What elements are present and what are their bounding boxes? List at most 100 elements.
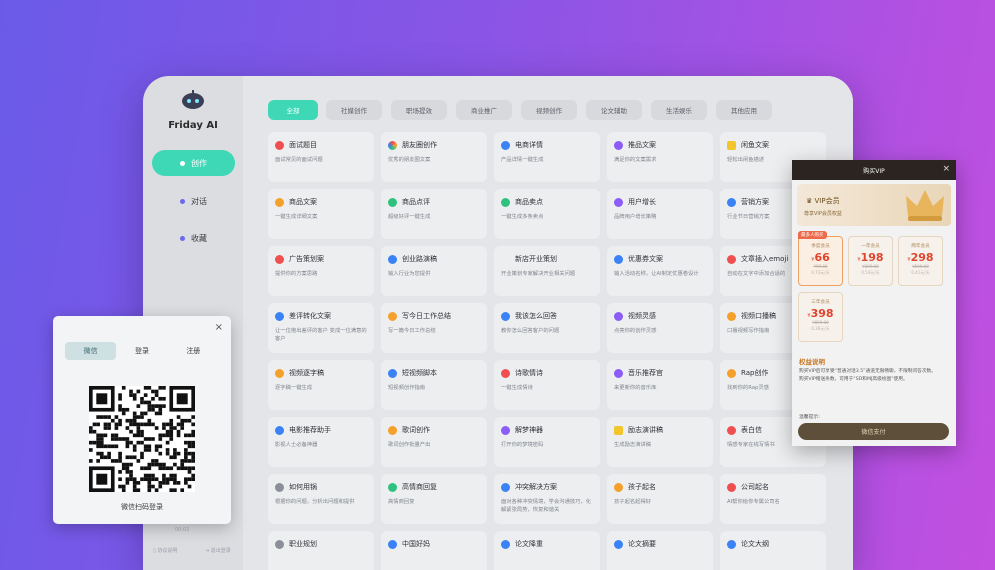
app-card[interactable]: 论文降重 bbox=[494, 531, 600, 570]
card-title: 励志演讲稿 bbox=[628, 426, 663, 434]
app-card[interactable]: 中国好妈 bbox=[381, 531, 487, 570]
app-card[interactable]: 广告策划案提供你的方案思路 bbox=[268, 246, 374, 296]
app-card[interactable]: 创业路演稿 输入行业为您提供 bbox=[381, 246, 487, 296]
card-title: 广告策划案 bbox=[289, 255, 324, 263]
card-title: 中国好妈 bbox=[402, 540, 430, 548]
card-icon bbox=[388, 482, 397, 492]
card-desc: 优秀的朋友圈文案 bbox=[388, 157, 431, 163]
app-card[interactable]: 商品文案 一键生成详细文案 bbox=[268, 189, 374, 239]
plan-quarter[interactable]: 最多人购买 季度会员 ¥66 ¥99.00 0.73元/天 bbox=[798, 231, 843, 286]
card-icon bbox=[501, 368, 510, 378]
card-icon bbox=[727, 140, 736, 150]
card-title: 营销方案 bbox=[741, 198, 769, 206]
card-icon bbox=[388, 254, 397, 264]
card-title: 如何用锅 bbox=[289, 483, 317, 491]
card-title: 解梦神器 bbox=[515, 426, 543, 434]
vip-badge: ♛ VIP会员 bbox=[806, 197, 840, 205]
plan-three-year[interactable]: 三年会员 ¥398 ¥899.00 0.36元/天 bbox=[798, 292, 843, 342]
brand-name: Friday AI bbox=[168, 120, 218, 131]
close-icon[interactable]: × bbox=[215, 322, 223, 333]
card-head: 视频逐字稿 bbox=[275, 367, 367, 379]
app-card[interactable]: 电商详情 产品详情一键生成 bbox=[494, 132, 600, 182]
app-card[interactable]: 冲突解决方案 面对各种冲突情境，学会沟通技巧，化解紧张局势，恢复和谐关 bbox=[494, 474, 600, 524]
app-card[interactable]: 音乐推荐官 来更新你的音乐库 bbox=[607, 360, 713, 410]
agreement-link[interactable]: ▯ 协议说明 bbox=[153, 547, 177, 554]
plan-one-year[interactable]: 一年会员 ¥198 ¥399.00 0.54元/天 bbox=[848, 236, 893, 286]
app-card[interactable]: 用户增长 品牌用户增长策略 bbox=[607, 189, 713, 239]
card-icon bbox=[501, 311, 510, 321]
app-card[interactable]: 短视频脚本 短视频创作指南 bbox=[381, 360, 487, 410]
tab-paper[interactable]: 论文辅助 bbox=[586, 100, 642, 120]
tip-label: 温馨提示: bbox=[799, 415, 820, 420]
card-title: 用户增长 bbox=[628, 198, 656, 206]
create-icon bbox=[180, 160, 185, 166]
card-desc bbox=[614, 555, 706, 570]
card-icon bbox=[501, 140, 510, 150]
app-card[interactable]: 视频灵感 点亮你的创作灵感 bbox=[607, 303, 713, 353]
app-card[interactable]: 如何用锅 根据你的问题，分析出问题和提供 bbox=[268, 474, 374, 524]
card-icon bbox=[388, 311, 397, 321]
card-title: 文章插入emoji bbox=[741, 255, 789, 263]
app-card[interactable]: 朋友圈创作 优秀的朋友圈文案 bbox=[381, 132, 487, 182]
app-card[interactable]: 商品卖点 一键生成多条卖点 bbox=[494, 189, 600, 239]
app-card[interactable]: 差评转化文案 让一位抱出差评的客户 变成一位满意的客户 bbox=[268, 303, 374, 353]
tab-life[interactable]: 生活娱乐 bbox=[651, 100, 707, 120]
card-icon bbox=[501, 425, 510, 435]
app-card[interactable]: 职业规划 bbox=[268, 531, 374, 570]
tab-login[interactable]: 登录 bbox=[116, 342, 167, 360]
app-card[interactable]: 励志演讲稿 生成励志演讲稿 bbox=[607, 417, 713, 467]
wechat-pay-button[interactable]: 微信支付 bbox=[798, 423, 949, 440]
card-head: 视频灵感 bbox=[614, 310, 706, 322]
app-card[interactable]: 优惠券文案 输入活动名称，让AI制定优惠卷设计 bbox=[607, 246, 713, 296]
plan-two-year[interactable]: 两年会员 ¥298 ¥599.00 0.41元/天 bbox=[898, 236, 943, 286]
tab-register[interactable]: 注册 bbox=[168, 342, 219, 360]
app-card[interactable]: 商品点评 超级好评一键生成 bbox=[381, 189, 487, 239]
tab-video[interactable]: 视频创作 bbox=[521, 100, 577, 120]
card-icon bbox=[727, 254, 736, 264]
app-card[interactable]: 论文摘要 bbox=[607, 531, 713, 570]
app-card[interactable]: 新店开业策划 开业策划专家解决开业相关问题 bbox=[494, 246, 600, 296]
nav-label: 创作 bbox=[191, 158, 207, 168]
tab-wechat[interactable]: 微信 bbox=[65, 342, 117, 360]
tab-business[interactable]: 商业推广 bbox=[456, 100, 512, 120]
close-icon[interactable]: × bbox=[942, 164, 950, 174]
card-icon bbox=[727, 539, 736, 549]
app-card[interactable]: 推品文案 满足你的文案需求 bbox=[607, 132, 713, 182]
app-card[interactable]: 公司起名 AI帮你给你专属公司名 bbox=[720, 474, 826, 524]
card-desc: 一键生成情诗 bbox=[501, 385, 533, 391]
qr-caption: 微信扫码登录 bbox=[121, 503, 163, 511]
vip-header: 购买VIP × bbox=[792, 160, 956, 180]
tab-other[interactable]: 其他应用 bbox=[716, 100, 772, 120]
card-title: 短视频脚本 bbox=[402, 369, 437, 377]
nav-create[interactable]: 创作 bbox=[152, 150, 235, 176]
app-card[interactable]: 诗歌情诗 一键生成情诗 bbox=[494, 360, 600, 410]
crown-icon bbox=[906, 190, 944, 221]
logout-link[interactable]: ⇥ 退出登录 bbox=[205, 547, 231, 554]
tab-social[interactable]: 社媒创作 bbox=[326, 100, 382, 120]
nav-favorites[interactable]: 收藏 bbox=[152, 225, 235, 251]
app-card[interactable]: 面试题目 面试常见的面试问题 bbox=[268, 132, 374, 182]
card-title: 面试题目 bbox=[289, 141, 317, 149]
card-desc: 输入活动名称，让AI制定优惠卷设计 bbox=[614, 271, 699, 277]
tab-work[interactable]: 职场提效 bbox=[391, 100, 447, 120]
app-card[interactable]: 论文大纲 bbox=[720, 531, 826, 570]
card-icon bbox=[275, 539, 284, 549]
app-card[interactable]: 我该怎么回答 教你怎么回答客户的问题 bbox=[494, 303, 600, 353]
vip-title: 购买VIP bbox=[863, 167, 885, 175]
card-head: 音乐推荐官 bbox=[614, 367, 706, 379]
app-card[interactable]: 高情商回复 高情商回复 bbox=[381, 474, 487, 524]
card-desc: 提供你的方案思路 bbox=[275, 271, 318, 277]
nav-chat[interactable]: 对话 bbox=[152, 188, 235, 214]
app-card[interactable]: 孩子起名 孩子起名起得好 bbox=[607, 474, 713, 524]
card-title: 视频灵感 bbox=[628, 312, 656, 320]
card-head: 用户增长 bbox=[614, 196, 706, 208]
app-card[interactable]: 视频逐字稿 逐字稿一键生成 bbox=[268, 360, 374, 410]
card-title: 新店开业策划 bbox=[515, 255, 557, 263]
app-card[interactable]: 解梦神器 打开你的梦境密码 bbox=[494, 417, 600, 467]
app-card[interactable]: 歌词创作 歌词创作批量产出 bbox=[381, 417, 487, 467]
robot-logo-icon bbox=[182, 90, 204, 109]
app-card[interactable]: 电影推荐助手 影视人士必备神器 bbox=[268, 417, 374, 467]
tab-all[interactable]: 全部 bbox=[268, 100, 318, 120]
app-card[interactable]: 写今日工作总结 写一篇今日工作总结 bbox=[381, 303, 487, 353]
card-icon bbox=[727, 311, 736, 321]
